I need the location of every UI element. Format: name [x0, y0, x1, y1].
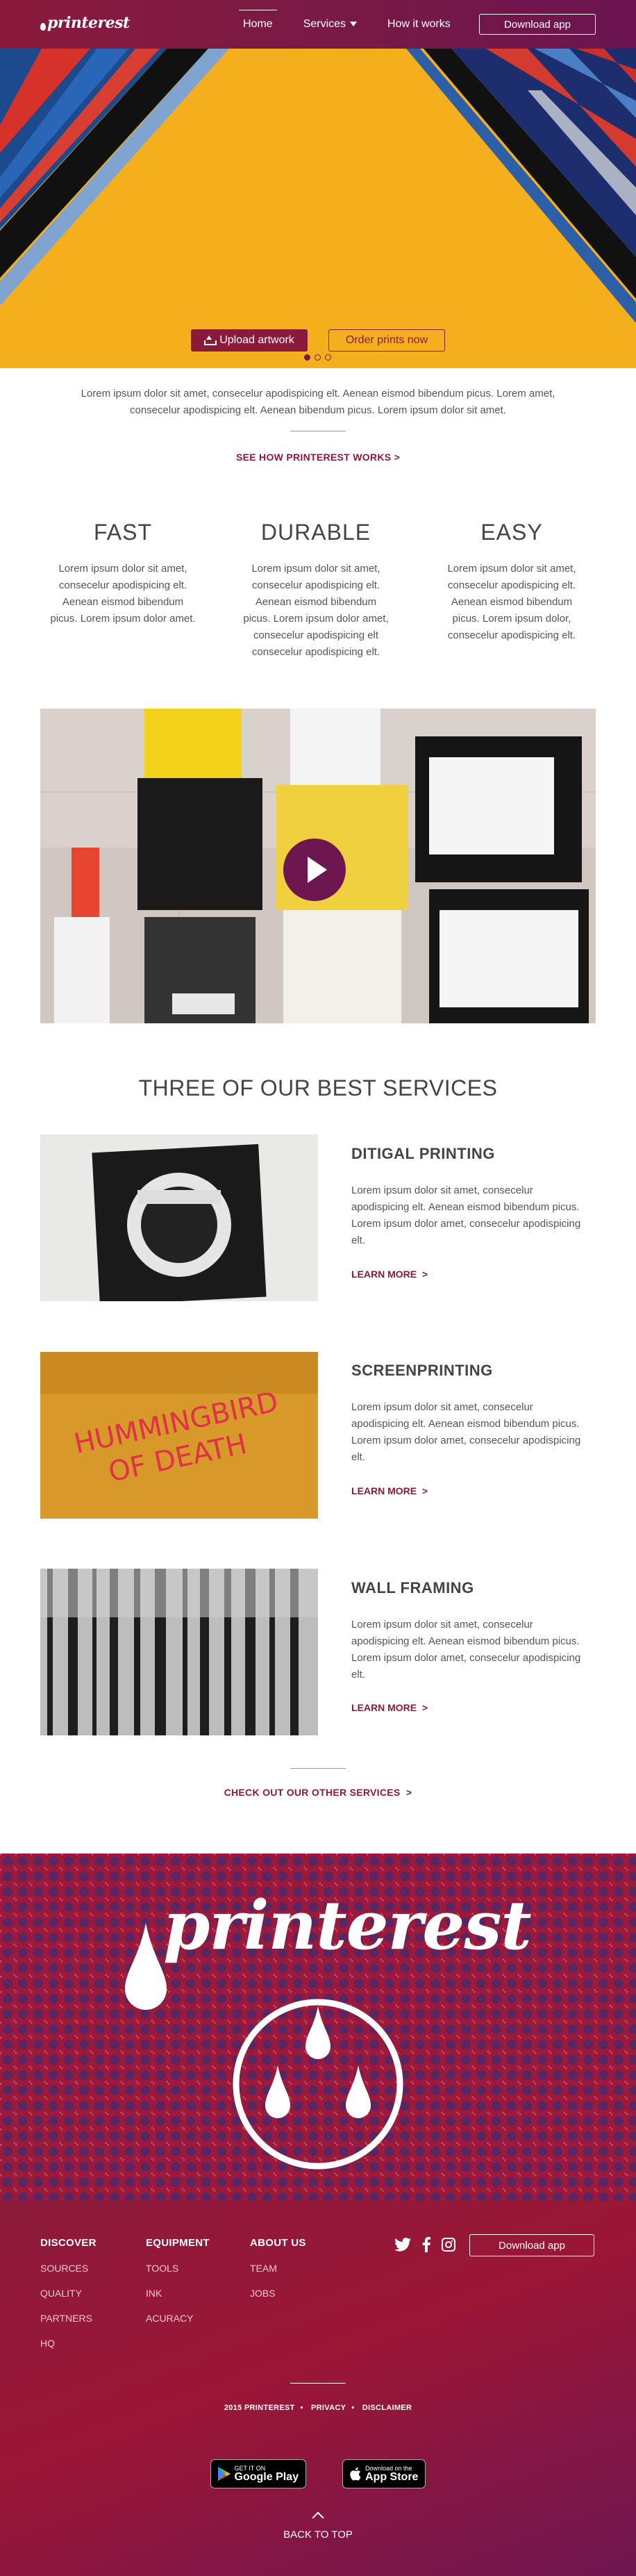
see-how-link[interactable]: SEE HOW PRINTEREST WORKS >: [0, 452, 636, 463]
hero-slider: [0, 49, 636, 368]
ink-drop-icon: [40, 23, 46, 31]
chevron-up-icon: [312, 2511, 324, 2524]
footer-link[interactable]: QUALITY: [40, 2288, 97, 2299]
other-services-link[interactable]: CHECK OUT OUR OTHER SERVICES >: [0, 1787, 636, 1798]
footer-link[interactable]: TOOLS: [146, 2263, 210, 2274]
apple-icon: [350, 2467, 361, 2481]
google-play-badge[interactable]: GET IT ON Google Play: [210, 2459, 306, 2488]
service-title-digital: DITIGAL PRINTING: [351, 1145, 495, 1162]
social-links: [394, 2237, 455, 2252]
footer-link[interactable]: JOBS: [250, 2288, 306, 2299]
nav-links: Home Services How it works: [239, 0, 481, 49]
back-to-top-link[interactable]: BACK TO TOP: [0, 2511, 636, 2541]
legal-links: 2015 PRINTEREST • PRIVACY • DISCLAIMER: [224, 2404, 412, 2412]
footer-heading: EQUIPMENT: [146, 2237, 210, 2249]
footer-col-equipment: EQUIPMENT TOOLS INK ACURACY: [146, 2237, 210, 2338]
forest-photo-image: [40, 1569, 318, 1735]
slider-dots: [304, 354, 331, 361]
services-title: THREE OF OUR BEST SERVICES: [138, 1075, 498, 1100]
privacy-link[interactable]: PRIVACY: [311, 2404, 346, 2412]
intro-text: Lorem ipsum dolor sit amet, consecelur a…: [81, 388, 555, 416]
nav-services[interactable]: Services: [303, 14, 358, 35]
feature-fast: FAST Lorem ipsum dolor sit amet, consece…: [50, 520, 196, 627]
feature-text: Lorem ipsum dolor sit amet, consecelur a…: [243, 563, 389, 658]
twitter-icon[interactable]: [394, 2238, 411, 2252]
divider: [290, 2383, 346, 2384]
logo[interactable]: printerest: [40, 14, 130, 32]
footer-heading: DISCOVER: [40, 2237, 97, 2249]
service-text-framing: Lorem ipsum dolor sit amet, consecelur a…: [351, 1619, 581, 1681]
footer-col-about: ABOUT US TEAM JOBS: [250, 2237, 306, 2313]
google-play-icon: [217, 2467, 231, 2481]
disclaimer-link[interactable]: DISCLAIMER: [362, 2404, 412, 2412]
divider: [290, 1768, 346, 1769]
service-text-screenprint: Lorem ipsum dolor sit amet, consecelur a…: [351, 1401, 581, 1463]
download-app-button[interactable]: Download app: [479, 14, 596, 35]
screenprint-shirt-image: HUMMINGBIRD OF DEATH: [40, 1352, 318, 1519]
facebook-icon[interactable]: [422, 2237, 430, 2252]
learn-more-framing[interactable]: LEARN MORE >: [351, 1702, 428, 1713]
learn-more-screenprint[interactable]: LEARN MORE >: [351, 1485, 428, 1496]
caret-down-icon: [350, 22, 358, 26]
hero-image: [0, 49, 636, 368]
service-title-framing: WALL FRAMING: [351, 1579, 474, 1596]
footer-link[interactable]: ACURACY: [146, 2313, 210, 2324]
instagram-icon[interactable]: [442, 2238, 455, 2252]
footer-col-discover: DISCOVER SOURCES QUALITY PARTNERS HQ: [40, 2237, 97, 2363]
print-artwork-image: [40, 1134, 318, 1301]
slider-dot-2[interactable]: [315, 354, 321, 361]
learn-more-digital[interactable]: LEARN MORE >: [351, 1269, 428, 1280]
app-store-badge[interactable]: Download on the App Store: [342, 2459, 426, 2488]
feature-text: Lorem ipsum dolor sit amet, consecelur a…: [447, 563, 576, 641]
footer-link[interactable]: HQ: [40, 2338, 97, 2349]
feature-title: EASY: [480, 520, 543, 545]
service-image-framing[interactable]: [40, 1569, 318, 1735]
slider-dot-3[interactable]: [325, 354, 331, 361]
footer-download-app-button[interactable]: Download app: [469, 2234, 594, 2256]
upload-icon: [204, 336, 217, 345]
service-text-digital: Lorem ipsum dolor sit amet, consecelur a…: [351, 1184, 581, 1246]
play-button[interactable]: [283, 839, 346, 901]
copyright: 2015 PRINTEREST: [224, 2404, 295, 2412]
feature-text: Lorem ipsum dolor sit amet, consecelur a…: [50, 563, 196, 625]
app-store-badges: GET IT ON Google Play Download on the App …: [0, 2459, 636, 2488]
slider-dot-1[interactable]: [304, 354, 310, 361]
order-prints-button[interactable]: Order prints now: [328, 329, 445, 352]
feature-easy: EASY Lorem ipsum dolor sit amet, consece…: [439, 520, 585, 644]
footer-link[interactable]: PARTNERS: [40, 2313, 97, 2324]
feature-title: FAST: [93, 520, 152, 545]
banner-logo-text: printerest: [163, 1886, 531, 1965]
service-image-screenprint[interactable]: HUMMINGBIRD OF DEATH: [40, 1352, 318, 1519]
service-title-screenprint: SCREENPRINTING: [351, 1362, 493, 1379]
footer-link[interactable]: SOURCES: [40, 2263, 97, 2274]
footer-link[interactable]: INK: [146, 2288, 210, 2299]
footer: DISCOVER SOURCES QUALITY PARTNERS HQ EQU…: [0, 2201, 636, 2576]
nav-home[interactable]: Home: [239, 10, 277, 35]
footer-heading: ABOUT US: [250, 2237, 306, 2249]
feature-title: DURABLE: [260, 520, 371, 545]
feature-durable: DURABLE Lorem ipsum dolor sit amet, cons…: [243, 520, 389, 661]
hero-actions: Upload artwork Order prints now: [0, 329, 636, 352]
top-navigation: printerest Home Services How it works Do…: [0, 0, 636, 49]
nav-how-it-works[interactable]: How it works: [387, 14, 451, 35]
upload-artwork-button[interactable]: Upload artwork: [191, 329, 308, 352]
footer-link[interactable]: TEAM: [250, 2263, 306, 2274]
service-image-digital[interactable]: [40, 1134, 318, 1301]
